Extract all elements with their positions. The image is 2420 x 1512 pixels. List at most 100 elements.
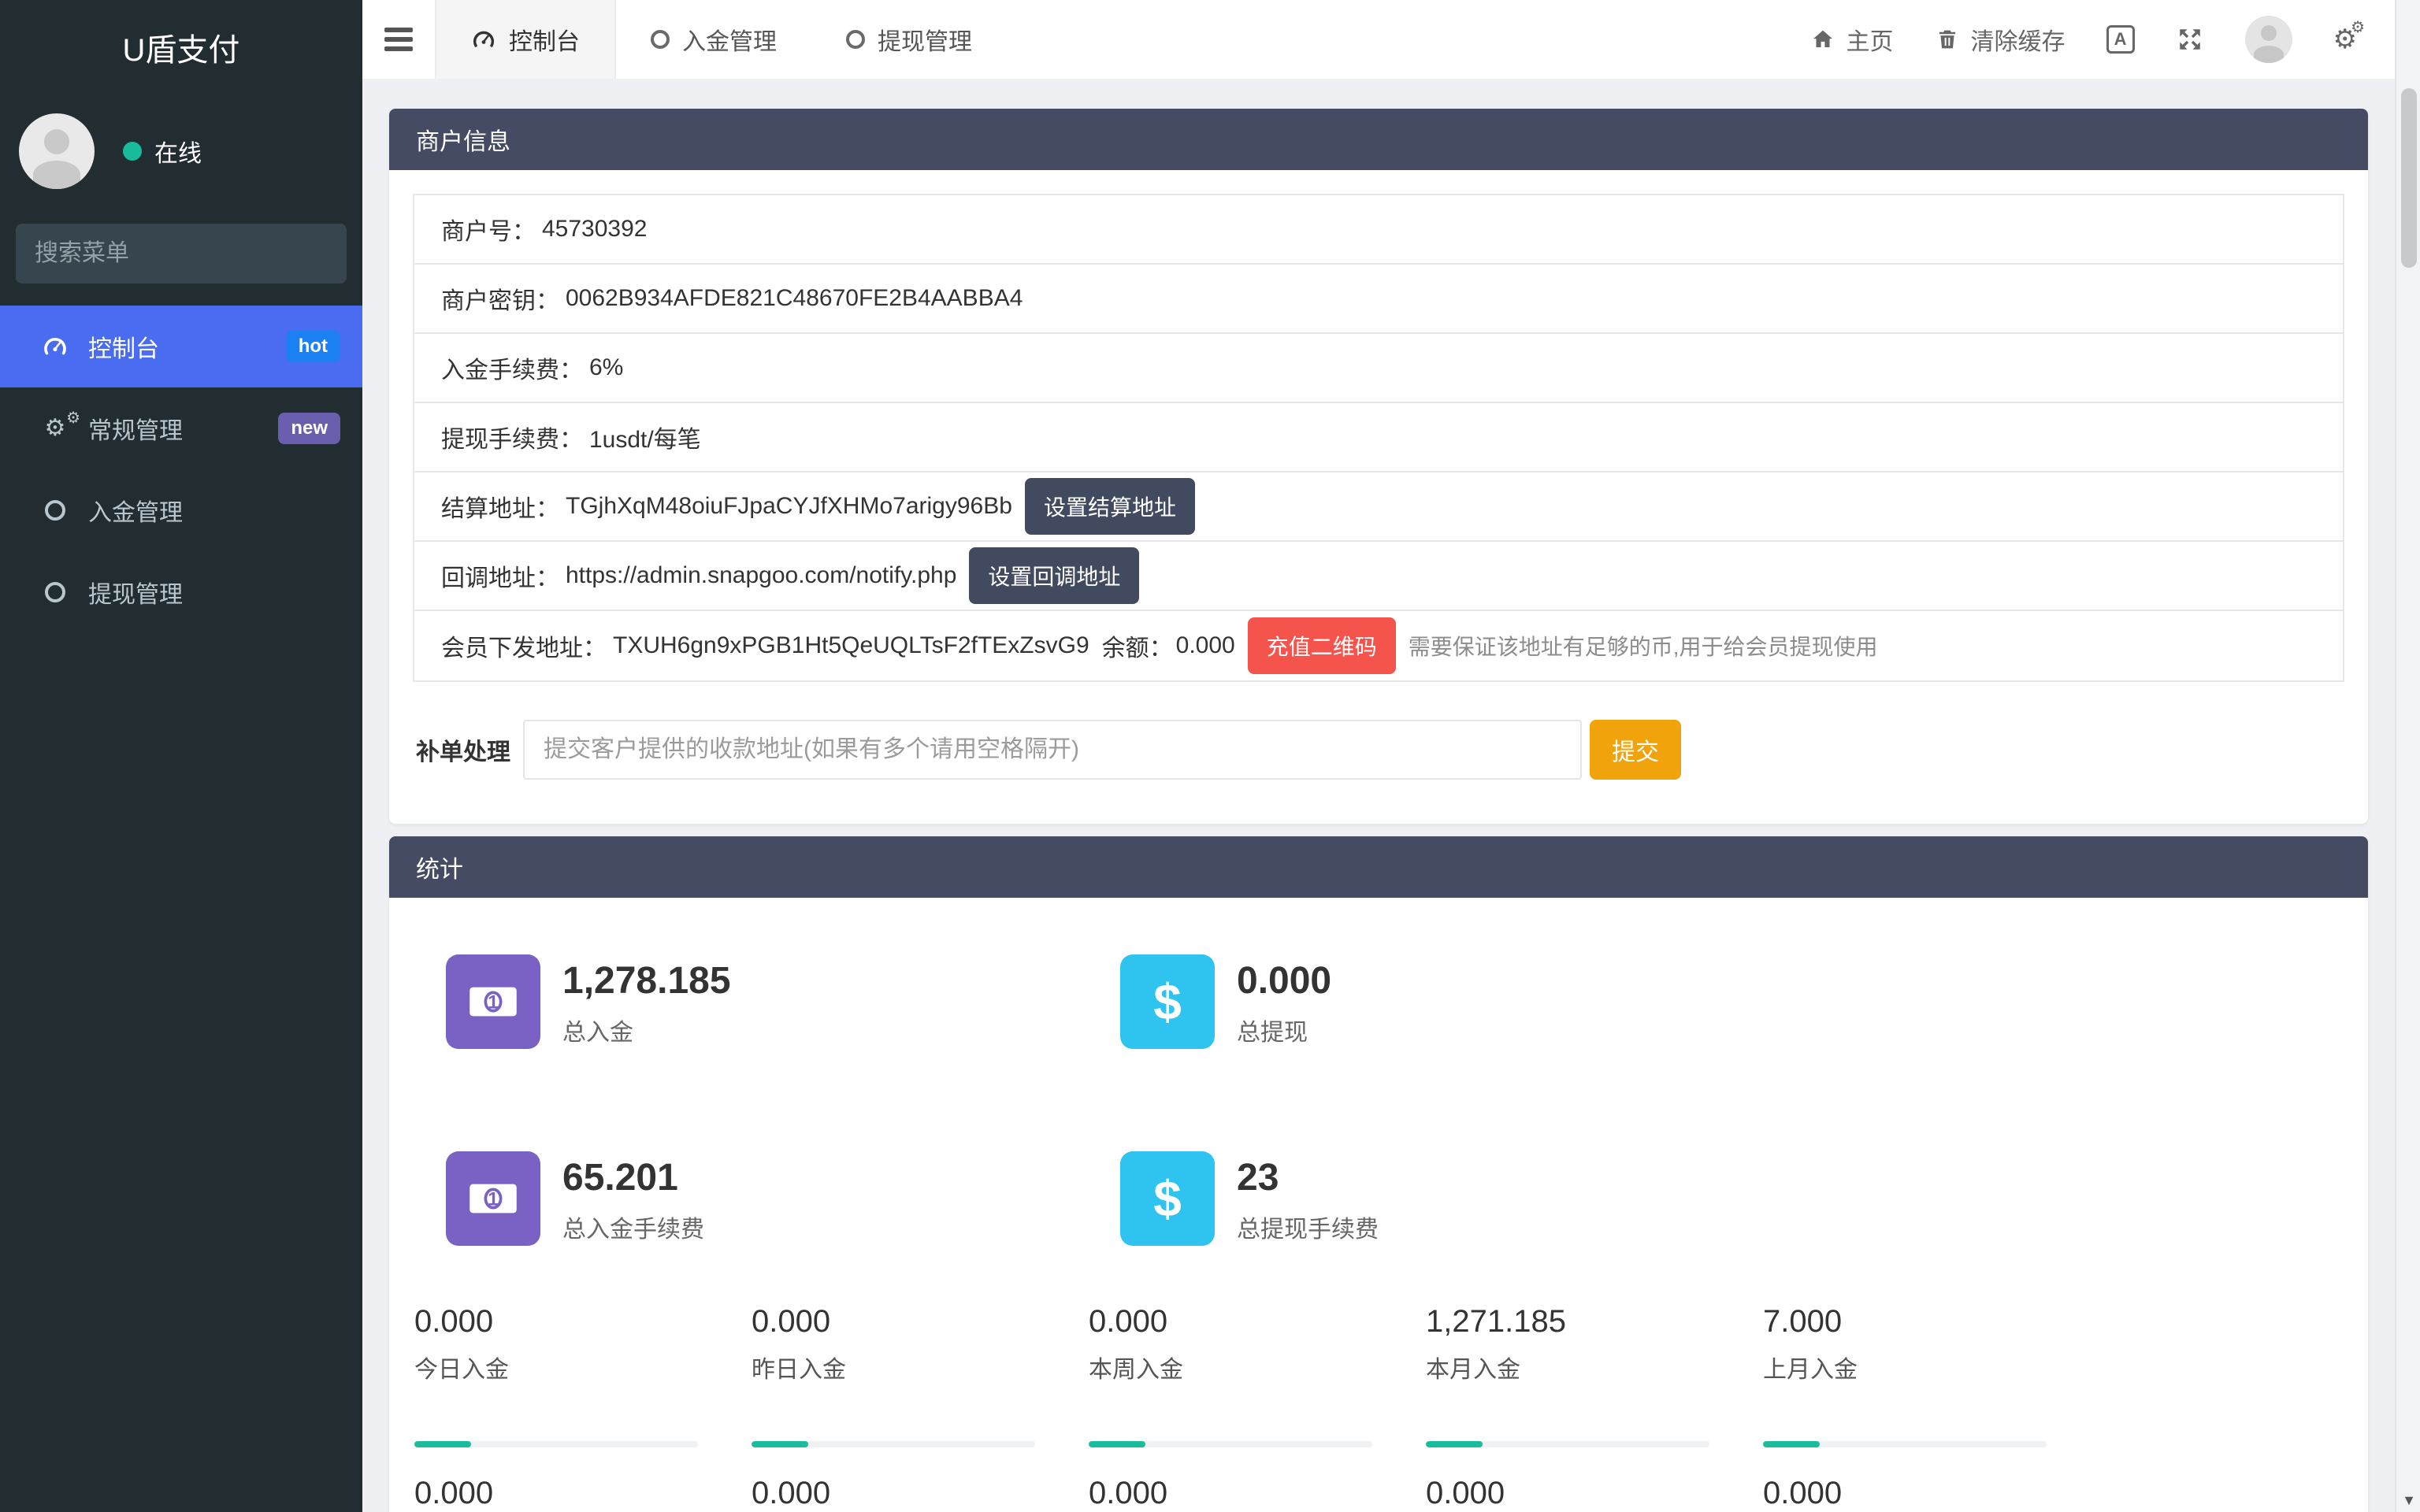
stat-label: 昨日入金 — [752, 1350, 1089, 1384]
small-stats-grid-row2: 0.000 0.000 0.000 0.000 0.000 — [414, 1473, 2343, 1512]
tab-withdraw-management[interactable]: 提现管理 — [811, 0, 1007, 79]
stat-total-withdraw-fee: $ 23 总提现手续费 — [1120, 1151, 1795, 1246]
top-navbar: 控制台 入金管理 提现管理 主页 清除缓存 ⚙⚙ — [362, 0, 2420, 79]
arrows-expand-icon[interactable] — [2176, 25, 2204, 54]
stat-month-deposit: 1,271.185 本月入金 — [1426, 1301, 1763, 1447]
merchant-info-panel: 商户信息 商户号： 45730392 商户密钥： 0062B934AFDE821… — [389, 109, 2368, 824]
sidebar-item-withdraw-management[interactable]: 提现管理 — [0, 551, 362, 633]
avatar-head — [44, 129, 69, 154]
progress-bar — [1763, 1441, 2047, 1447]
clear-cache-link[interactable]: 清除缓存 — [1935, 22, 2066, 57]
stat-value: 0.000 — [752, 1473, 1089, 1512]
gauge-icon — [38, 333, 72, 360]
stat-value: 1,271.185 — [1426, 1301, 1763, 1342]
merchant-id-row: 商户号： 45730392 — [414, 195, 2343, 265]
merchant-panel-body: 商户号： 45730392 商户密钥： 0062B934AFDE821C4867… — [389, 170, 2368, 824]
statistics-panel-body: 1 1,278.185 总入金 $ 0.000 总提现 — [389, 898, 2368, 1512]
sidebar-item-label: 常规管理 — [88, 411, 183, 446]
payout-address-value: TXUH6gn9xPGB1Ht5QeUQLTsF2fTExZsvG9 — [613, 632, 1089, 659]
hot-badge: hot — [286, 331, 340, 362]
big-stats-grid: 1 1,278.185 总入金 $ 0.000 总提现 — [446, 954, 2343, 1246]
field-label: 会员下发地址： — [441, 628, 607, 663]
home-link[interactable]: 主页 — [1810, 22, 1894, 57]
trash-icon — [1935, 27, 1960, 52]
supplement-address-input[interactable] — [523, 720, 1582, 780]
settlement-address-row: 结算地址： TGjhXqM48oiuFJpaCYJfXHMo7arigy96Bb… — [414, 472, 2343, 542]
clear-cache-label: 清除缓存 — [1971, 22, 2066, 57]
stat-value: 0.000 — [1763, 1473, 2100, 1512]
user-profile: 在线 — [0, 94, 362, 211]
home-label: 主页 — [1847, 22, 1894, 57]
scrollbar-thumb[interactable] — [2401, 88, 2417, 268]
payout-address-row: 会员下发地址： TXUH6gn9xPGB1Ht5QeUQLTsF2fTExZsv… — [414, 611, 2343, 680]
sidebar-item-dashboard[interactable]: 控制台 hot — [0, 306, 362, 387]
new-badge: new — [278, 413, 340, 444]
main-content: 商户信息 商户号： 45730392 商户密钥： 0062B934AFDE821… — [362, 79, 2395, 1512]
home-icon — [1810, 27, 1835, 52]
payout-address-note: 需要保证该地址有足够的币,用于给会员提现使用 — [1409, 630, 1878, 662]
circle-o-icon — [651, 30, 670, 49]
online-status-label: 在线 — [154, 134, 202, 169]
stat-last-month-deposit: 7.000 上月入金 — [1763, 1301, 2100, 1447]
withdraw-fee-value: 1usdt/每笔 — [589, 420, 701, 454]
stat-value: 0.000 — [1426, 1473, 1763, 1512]
avatar-shoulders — [33, 161, 80, 189]
dollar-icon: $ — [1120, 1151, 1215, 1246]
merchant-key-row: 商户密钥： 0062B934AFDE821C48670FE2B4AABBA4 — [414, 265, 2343, 334]
avatar[interactable] — [19, 113, 95, 189]
stat-label: 本月入金 — [1426, 1350, 1763, 1384]
scrollbar[interactable]: ▼ — [2395, 0, 2420, 1512]
sidebar: U盾支付 在线 控制台 hot ⚙⚙ 常规管理 new — [0, 0, 362, 1512]
stat-label: 总入金手续费 — [562, 1210, 704, 1244]
stat-value: 1,278.185 — [562, 958, 731, 1005]
deposit-fee-row: 入金手续费： 6% — [414, 334, 2343, 403]
stat-label: 上月入金 — [1763, 1350, 2100, 1384]
statistics-panel: 统计 1 1,278.185 总入金 $ — [389, 836, 2368, 1512]
progress-bar — [1089, 1441, 1372, 1447]
sidebar-item-label: 提现管理 — [88, 575, 183, 610]
balance-label: 余额： — [1102, 628, 1173, 663]
stat-label: 本周入金 — [1089, 1350, 1426, 1384]
progress-bar — [414, 1441, 698, 1447]
set-settlement-address-button[interactable]: 设置结算地址 — [1025, 478, 1195, 535]
callback-url-row: 回调地址： https://admin.snapgoo.com/notify.p… — [414, 542, 2343, 611]
tab-label: 控制台 — [509, 22, 580, 57]
recharge-qrcode-button[interactable]: 充值二维码 — [1248, 617, 1396, 674]
translate-icon[interactable] — [2106, 25, 2135, 54]
tab-label: 入金管理 — [682, 22, 777, 57]
merchant-info-table: 商户号： 45730392 商户密钥： 0062B934AFDE821C4867… — [413, 194, 2344, 682]
stat-today-deposit: 0.000 今日入金 — [414, 1301, 752, 1447]
deposit-fee-value: 6% — [589, 354, 623, 381]
set-callback-url-button[interactable]: 设置回调地址 — [969, 547, 1139, 604]
tab-dashboard[interactable]: 控制台 — [435, 0, 616, 79]
tab-deposit-management[interactable]: 入金管理 — [616, 0, 811, 79]
stat-yesterday-deposit: 0.000 昨日入金 — [752, 1301, 1089, 1447]
settings-cogs-icon[interactable]: ⚙⚙ — [2333, 26, 2357, 53]
sidebar-item-general-settings[interactable]: ⚙⚙ 常规管理 new — [0, 387, 362, 469]
sidebar-menu: 控制台 hot ⚙⚙ 常规管理 new 入金管理 提现管理 — [0, 306, 362, 633]
field-label: 商户号： — [441, 212, 536, 246]
stat-label: 总入金 — [562, 1013, 731, 1047]
dollar-icon: $ — [1120, 954, 1215, 1049]
app-window: U盾支付 在线 控制台 hot ⚙⚙ 常规管理 new — [0, 0, 2420, 1512]
search-input[interactable] — [35, 240, 339, 267]
scrollbar-down-arrow-icon[interactable]: ▼ — [2396, 1492, 2420, 1509]
app-logo: U盾支付 — [0, 0, 362, 94]
menu-toggle-icon[interactable] — [362, 0, 435, 79]
progress-bar — [752, 1441, 1035, 1447]
user-avatar[interactable] — [2245, 16, 2292, 63]
balance-value: 0.000 — [1176, 632, 1235, 659]
sidebar-item-deposit-management[interactable]: 入金管理 — [0, 469, 362, 551]
field-label: 提现手续费： — [441, 420, 583, 454]
gauge-icon — [471, 27, 496, 52]
sidebar-item-label: 控制台 — [88, 329, 159, 364]
stat-label: 总提现 — [1237, 1013, 1331, 1047]
merchant-key-value: 0062B934AFDE821C48670FE2B4AABBA4 — [566, 285, 1023, 312]
submit-button[interactable]: 提交 — [1590, 720, 1681, 780]
field-label: 结算地址： — [441, 489, 559, 524]
withdraw-fee-row: 提现手续费： 1usdt/每笔 — [414, 403, 2343, 472]
stat-total-deposit: 1 1,278.185 总入金 — [446, 954, 1120, 1049]
stat-value: 7.000 — [1763, 1301, 2100, 1342]
field-label: 商户密钥： — [441, 281, 559, 316]
field-label: 入金手续费： — [441, 350, 583, 385]
